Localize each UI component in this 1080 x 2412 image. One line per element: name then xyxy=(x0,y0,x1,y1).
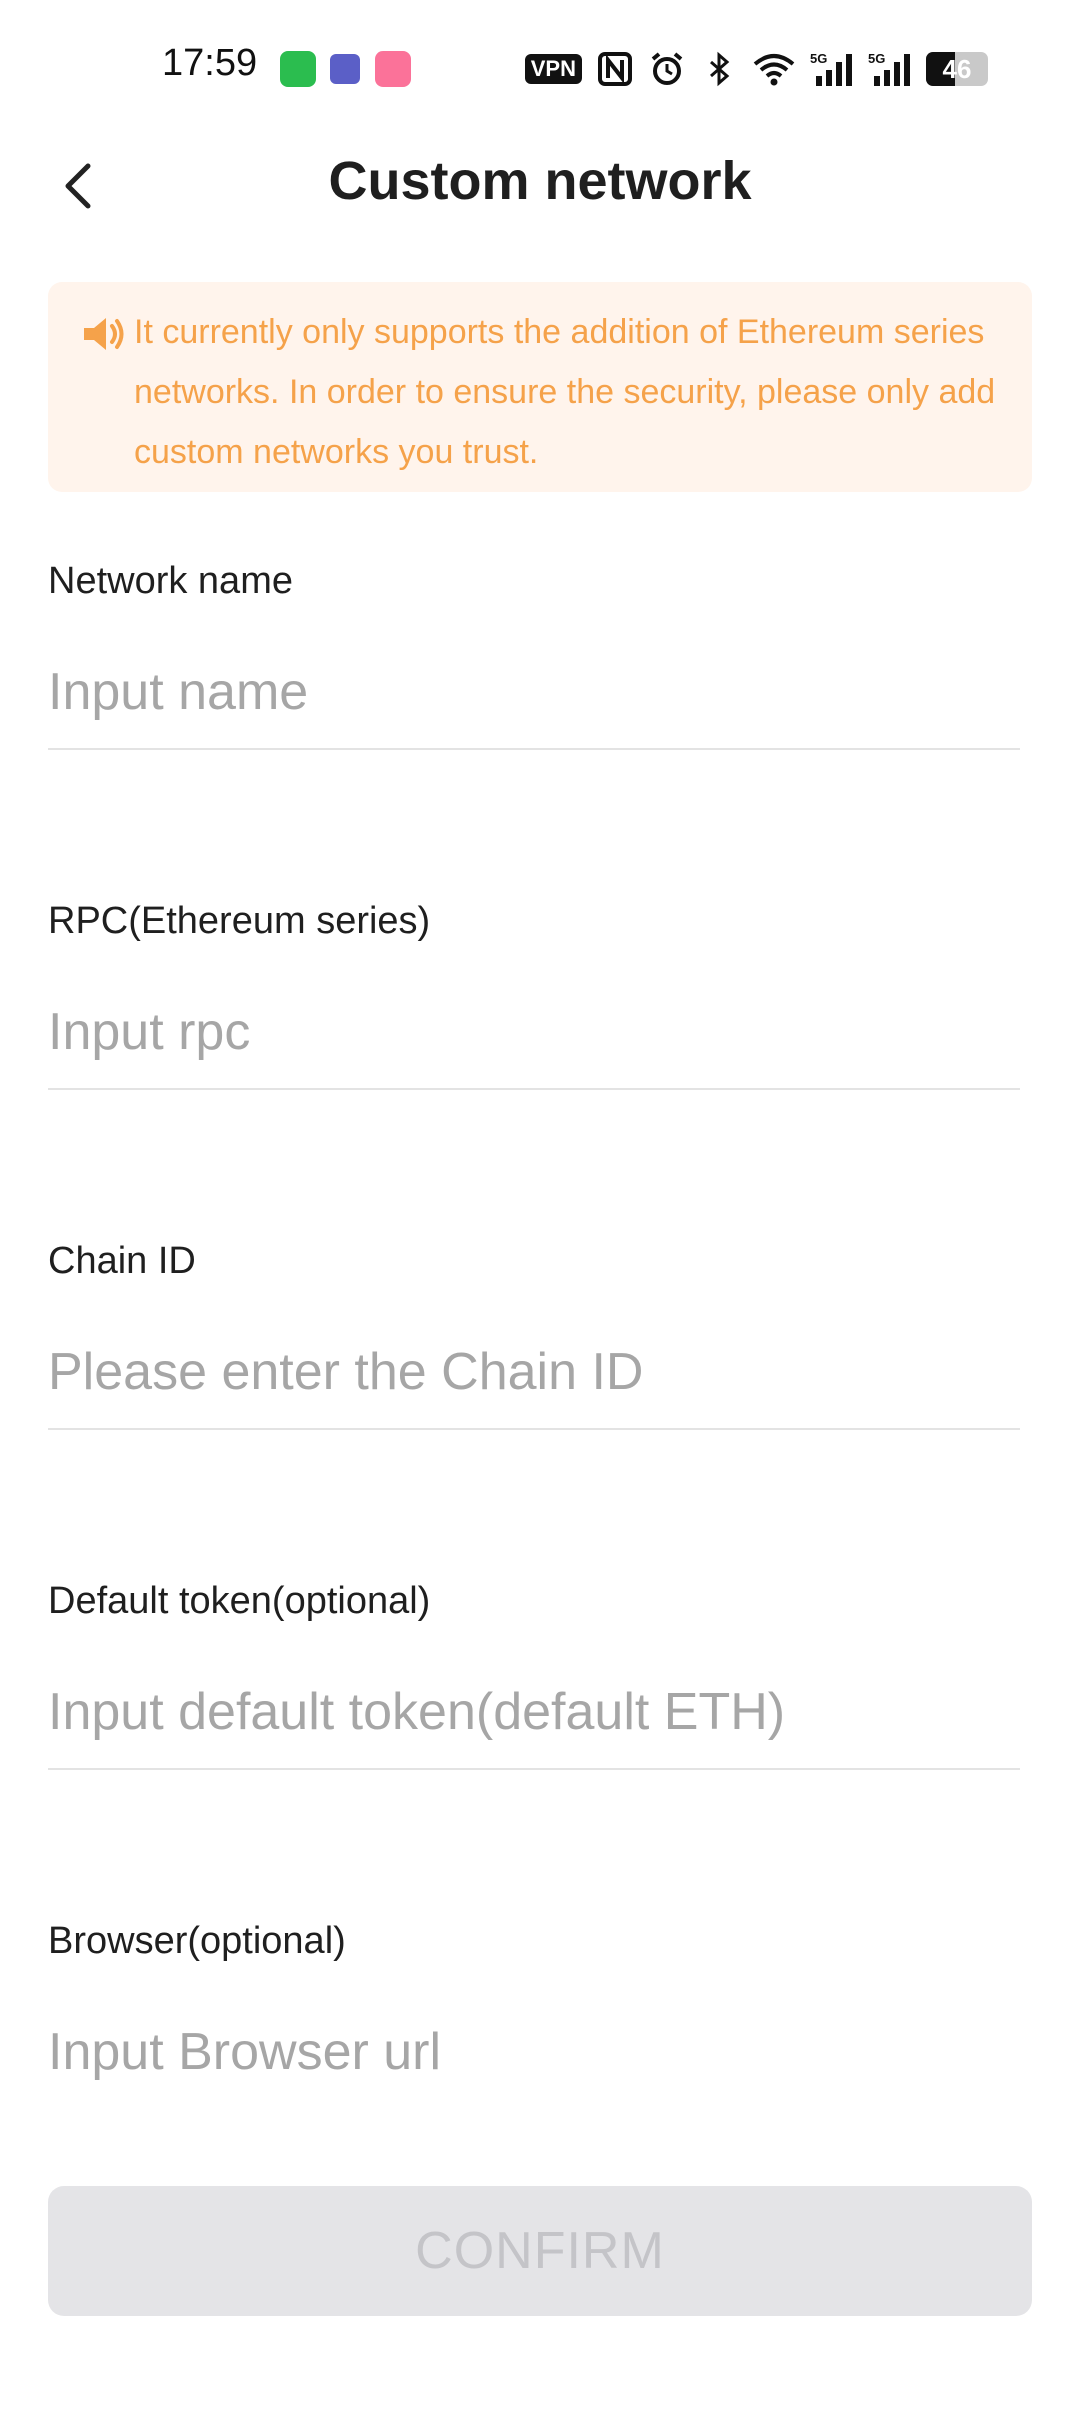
network-name-label: Network name xyxy=(48,560,293,602)
page-title: Custom network xyxy=(328,151,752,211)
divider xyxy=(48,1088,1020,1090)
default-token-label: Default token(optional) xyxy=(48,1580,431,1622)
browser-input[interactable] xyxy=(48,2012,1020,2080)
network-name-input[interactable] xyxy=(48,652,1020,732)
teams-icon xyxy=(330,54,360,84)
nfc-icon xyxy=(598,52,632,86)
app-header: Custom network xyxy=(0,140,1080,230)
default-token-input[interactable] xyxy=(48,1672,1020,1752)
divider xyxy=(48,1428,1020,1430)
browser-label: Browser(optional) xyxy=(48,1920,346,1962)
status-icons: VPN 5G 5G 46 xyxy=(524,48,988,90)
svg-text:5G: 5G xyxy=(868,51,885,66)
speaker-icon xyxy=(84,318,124,350)
notice-banner: It currently only supports the addition … xyxy=(48,282,1032,492)
notice-text: It currently only supports the addition … xyxy=(134,313,996,471)
rpc-label: RPC(Ethereum series) xyxy=(48,900,431,942)
form-scroll-area[interactable]: Network name RPC(Ethereum series) Chain … xyxy=(0,560,1080,2080)
signal-icon: 5G xyxy=(810,51,852,86)
battery-level: 46 xyxy=(942,54,972,84)
confirm-button[interactable]: CONFIRM xyxy=(48,2186,1032,2316)
wifi-icon xyxy=(753,54,795,86)
chain-id-input[interactable] xyxy=(48,1332,1020,1412)
battery-icon: 46 xyxy=(926,52,988,86)
bilibili-icon xyxy=(375,51,411,87)
divider xyxy=(48,748,1020,750)
status-time: 17:59 xyxy=(162,42,258,84)
divider xyxy=(48,1768,1020,1770)
vpn-icon: VPN xyxy=(524,54,582,84)
status-bar: 17:59 VPN 5G 5G 46 xyxy=(0,0,1080,140)
alarm-icon xyxy=(651,52,683,85)
svg-text:5G: 5G xyxy=(810,51,827,66)
rpc-input[interactable] xyxy=(48,992,1020,1072)
app-notification-icon xyxy=(280,51,316,87)
signal-icon: 5G xyxy=(868,51,910,86)
chain-id-label: Chain ID xyxy=(48,1240,196,1282)
bluetooth-icon xyxy=(710,51,730,87)
